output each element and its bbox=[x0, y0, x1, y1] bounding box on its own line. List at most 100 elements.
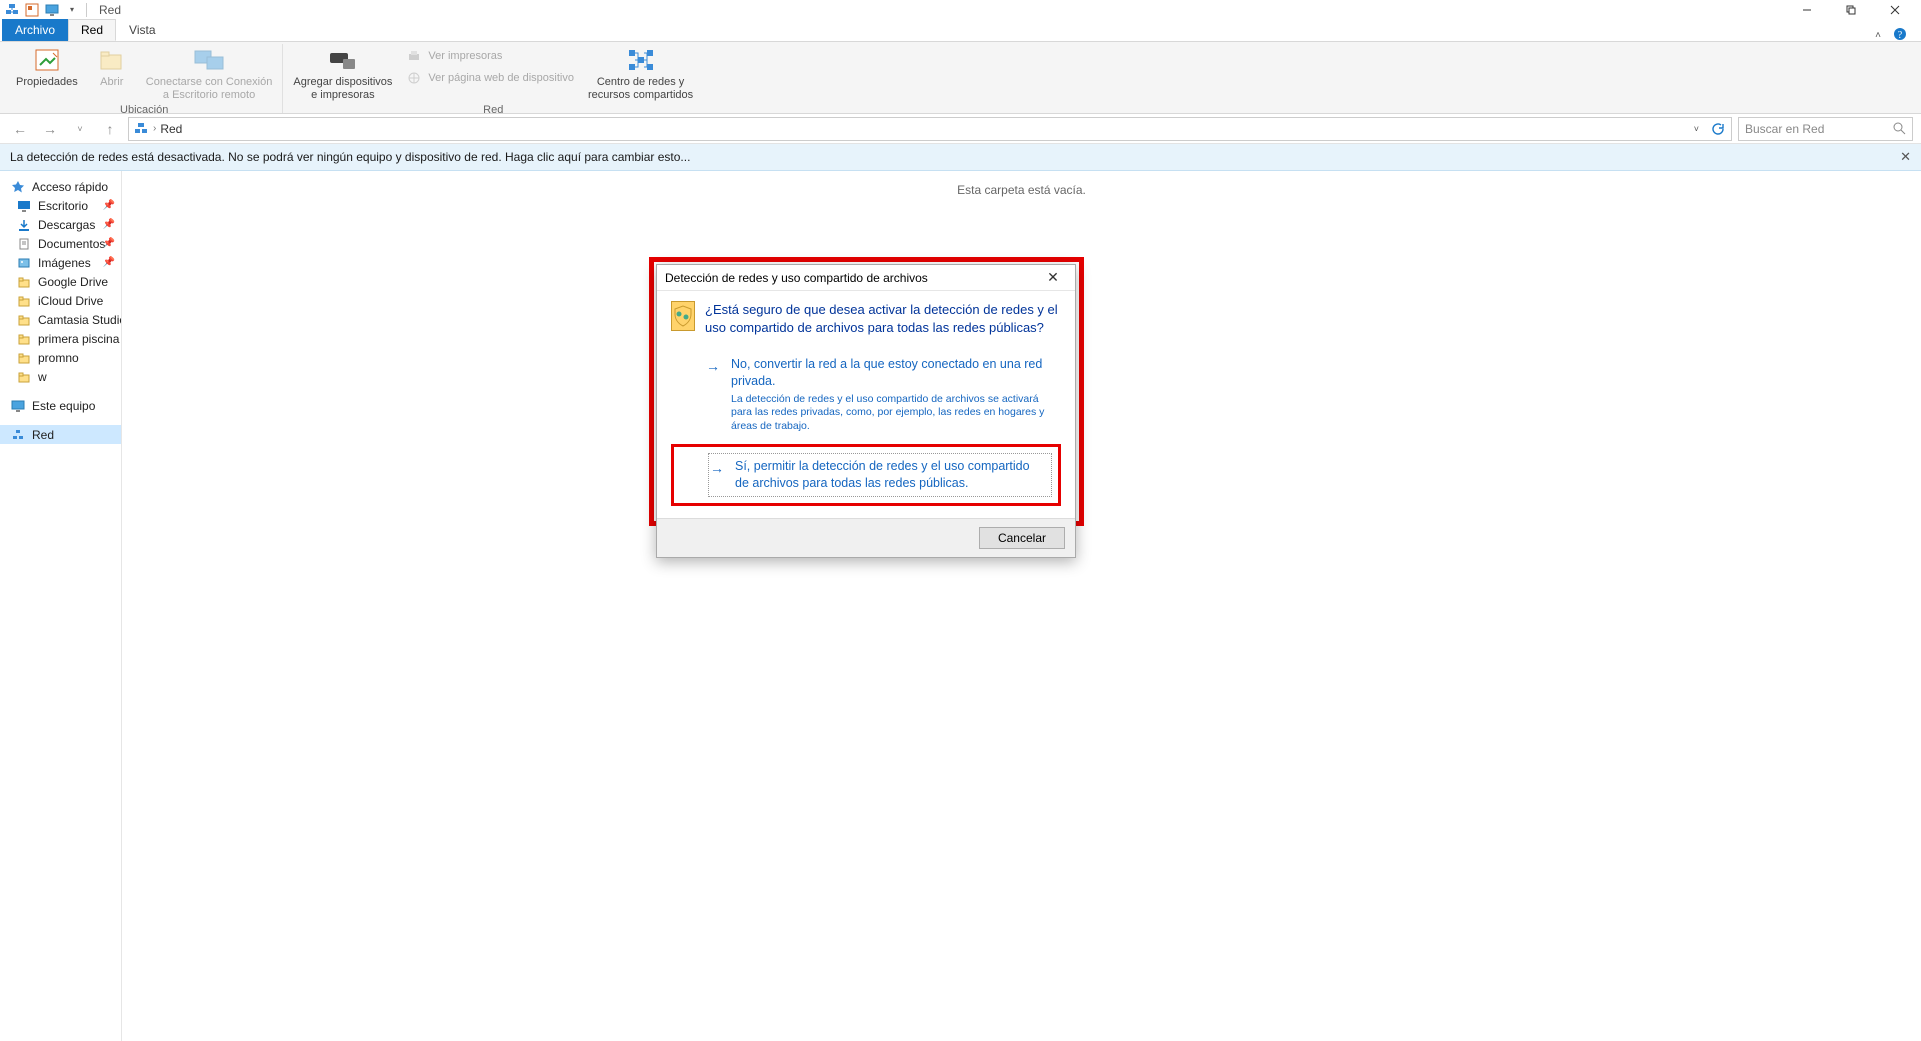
folder-icon bbox=[16, 369, 32, 385]
close-button[interactable] bbox=[1873, 0, 1917, 20]
tab-vista[interactable]: Vista bbox=[116, 19, 168, 41]
cancel-button[interactable]: Cancelar bbox=[979, 527, 1065, 549]
tab-red[interactable]: Red bbox=[68, 19, 116, 41]
this-pc-icon bbox=[10, 398, 26, 414]
sidebar-item-acceso-rapido[interactable]: Acceso rápido bbox=[0, 177, 121, 196]
ribbon-group-ubicacion: Propiedades Abrir Conectarse con Conexió… bbox=[6, 44, 283, 113]
tab-archivo[interactable]: Archivo bbox=[2, 19, 68, 41]
sidebar-item-descargas[interactable]: Descargas 📌 bbox=[0, 215, 121, 234]
sidebar-item-promno[interactable]: promno bbox=[0, 348, 121, 367]
ribbon-propiedades[interactable]: Propiedades bbox=[12, 44, 82, 91]
sidebar-label: iCloud Drive bbox=[38, 294, 103, 308]
sidebar-item-w[interactable]: w bbox=[0, 367, 121, 386]
window-title: Red bbox=[99, 3, 121, 17]
ribbon-tabs: Archivo Red Vista ˄ ? bbox=[0, 20, 1921, 42]
remote-desktop-icon bbox=[193, 46, 225, 74]
ribbon-conectarse-label: Conectarse con Conexióna Escritorio remo… bbox=[146, 76, 273, 101]
address-bar[interactable]: › Red ˅ bbox=[128, 117, 1732, 141]
ribbon-ver-impresoras: Ver impresoras bbox=[402, 46, 578, 66]
pin-icon: 📌 bbox=[103, 200, 115, 211]
nav-history-dropdown[interactable]: ˅ bbox=[68, 117, 92, 141]
ribbon-agregar-dispositivos[interactable]: Agregar dispositivose impresoras bbox=[289, 44, 396, 103]
downloads-icon bbox=[16, 217, 32, 233]
ribbon-agregar-label: Agregar dispositivose impresoras bbox=[293, 76, 392, 101]
body: Acceso rápido Escritorio 📌 Descargas 📌 D… bbox=[0, 171, 1921, 1041]
dialog-option-yes[interactable]: → Sí, permitir la detección de redes y e… bbox=[671, 444, 1061, 506]
pin-icon: 📌 bbox=[103, 257, 115, 268]
documents-icon bbox=[16, 236, 32, 252]
sidebar-item-documentos[interactable]: Documentos 📌 bbox=[0, 234, 121, 253]
navigation-pane: Acceso rápido Escritorio 📌 Descargas 📌 D… bbox=[0, 171, 122, 1041]
device-webpage-icon bbox=[406, 70, 422, 86]
arrow-right-icon: → bbox=[709, 460, 725, 476]
dialog-close-button[interactable]: ✕ bbox=[1039, 268, 1067, 288]
folder-icon bbox=[16, 293, 32, 309]
breadcrumb-separator[interactable]: › bbox=[153, 123, 156, 134]
help-button[interactable]: ? bbox=[1893, 27, 1915, 41]
quick-access-icon bbox=[10, 179, 26, 195]
dialog-question-text: ¿Está seguro de que desea activar la det… bbox=[705, 301, 1061, 336]
folder-icon bbox=[16, 350, 32, 366]
option-no-subtext: La detección de redes y el uso compartid… bbox=[731, 393, 1055, 434]
printer-icon bbox=[406, 48, 422, 64]
sidebar-label: primera piscina bbox=[38, 332, 119, 346]
option-no-text: No, convertir la red a la que estoy cone… bbox=[731, 356, 1055, 390]
dialog-question: ¿Está seguro de que desea activar la det… bbox=[671, 301, 1061, 336]
network-center-icon bbox=[625, 46, 657, 74]
sidebar-item-icloud-drive[interactable]: iCloud Drive bbox=[0, 291, 121, 310]
pin-icon: 📌 bbox=[103, 238, 115, 249]
qat-dropdown-icon[interactable]: ▾ bbox=[64, 2, 80, 18]
quick-access-toolbar: ▾ Red bbox=[4, 2, 121, 18]
address-network-icon bbox=[133, 121, 149, 137]
folder-icon bbox=[16, 274, 32, 290]
sidebar-item-red[interactable]: Red bbox=[0, 425, 121, 444]
breadcrumb-red[interactable]: Red bbox=[160, 122, 182, 136]
pictures-icon bbox=[16, 255, 32, 271]
search-box[interactable]: Buscar en Red bbox=[1738, 117, 1913, 141]
sidebar-label: Acceso rápido bbox=[32, 180, 108, 194]
search-icon bbox=[1893, 122, 1906, 135]
ribbon-ver-pagina-label: Ver página web de dispositivo bbox=[428, 72, 574, 84]
sidebar-label: Escritorio bbox=[38, 199, 88, 213]
sidebar-item-escritorio[interactable]: Escritorio 📌 bbox=[0, 196, 121, 215]
sidebar-item-google-drive[interactable]: Google Drive bbox=[0, 272, 121, 291]
ribbon-abrir-label: Abrir bbox=[100, 76, 123, 89]
nav-back[interactable]: ← bbox=[8, 117, 32, 141]
sidebar-label: Google Drive bbox=[38, 275, 108, 289]
maximize-button[interactable] bbox=[1829, 0, 1873, 20]
dialog-body: ¿Está seguro de que desea activar la det… bbox=[657, 291, 1075, 518]
open-icon bbox=[96, 46, 128, 74]
network-icon bbox=[4, 2, 20, 18]
sidebar-label: promno bbox=[38, 351, 79, 365]
sidebar-item-camtasia[interactable]: Camtasia Studio bbox=[0, 310, 121, 329]
info-banner-close[interactable]: ✕ bbox=[1900, 149, 1911, 165]
sidebar-item-primera-piscina[interactable]: primera piscina bbox=[0, 329, 121, 348]
separator bbox=[86, 3, 87, 17]
sidebar-item-este-equipo[interactable]: Este equipo bbox=[0, 396, 121, 415]
refresh-button[interactable] bbox=[1707, 119, 1727, 139]
properties-icon[interactable] bbox=[24, 2, 40, 18]
dialog-option-no[interactable]: → No, convertir la red a la que estoy co… bbox=[671, 350, 1061, 440]
ribbon-propiedades-label: Propiedades bbox=[16, 76, 78, 89]
search-placeholder: Buscar en Red bbox=[1745, 122, 1824, 136]
dialog-title-bar: Detección de redes y uso compartido de a… bbox=[657, 265, 1075, 291]
monitor-icon[interactable] bbox=[44, 2, 60, 18]
network-icon bbox=[10, 427, 26, 443]
content-pane: Esta carpeta está vacía. Detección de re… bbox=[122, 171, 1921, 1041]
ribbon-ver-pagina-web: Ver página web de dispositivo bbox=[402, 68, 578, 88]
pin-icon: 📌 bbox=[103, 219, 115, 230]
folder-icon bbox=[16, 312, 32, 328]
info-banner[interactable]: La detección de redes está desactivada. … bbox=[0, 144, 1921, 171]
address-dropdown[interactable]: ˅ bbox=[1690, 124, 1703, 134]
explorer-window: ▾ Red Archivo Red Vista ˄ ? Propiedades … bbox=[0, 0, 1921, 1041]
navigation-bar: ← → ˅ ↑ › Red ˅ Buscar en Red bbox=[0, 114, 1921, 144]
ribbon-collapse-button[interactable]: ˄ bbox=[1867, 30, 1889, 41]
minimize-button[interactable] bbox=[1785, 0, 1829, 20]
nav-up[interactable]: ↑ bbox=[98, 117, 122, 141]
sidebar-label: Documentos bbox=[38, 237, 105, 251]
ribbon-centro-redes[interactable]: Centro de redes yrecursos compartidos bbox=[584, 44, 697, 103]
sidebar-item-imagenes[interactable]: Imágenes 📌 bbox=[0, 253, 121, 272]
ribbon-group-red: Agregar dispositivose impresoras Ver imp… bbox=[283, 44, 703, 113]
dialog-footer: Cancelar bbox=[657, 518, 1075, 557]
info-banner-text: La detección de redes está desactivada. … bbox=[10, 150, 690, 164]
